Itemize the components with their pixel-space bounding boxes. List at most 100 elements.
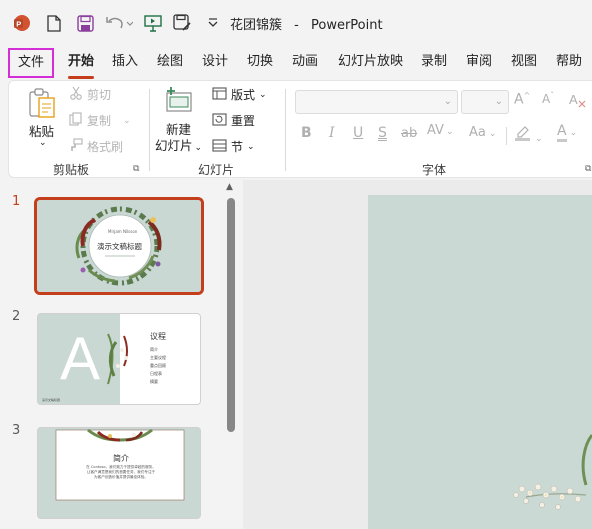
tab-animations[interactable]: 动画 [292,53,318,73]
cut-button[interactable]: 剪切 [69,86,111,103]
chevron-down-icon: ⌄ [488,129,497,139]
new-file-icon[interactable] [44,12,64,34]
character-spacing-label: AV [427,123,444,138]
font-color-label: A [557,123,567,142]
font-name-combo[interactable]: ⌄ [295,90,458,114]
slide-2-item: 简介 [150,347,158,352]
ribbon: 粘贴 ⌄ 剪切 复制 ⌄ 格式刷 剪贴板 ⧉ 新建 幻灯片 ⌄ 版式 ⌄ 重置 节… [8,80,592,178]
italic-button[interactable]: I [329,125,335,141]
layout-icon [212,86,227,103]
title-bar: P 花团锦簇 - PowerPoint [0,0,592,46]
change-case-label: Aa [469,125,486,140]
document-name: 花团锦簇 [230,18,283,33]
slide-number: 2 [12,309,21,324]
tab-view[interactable]: 视图 [511,53,537,73]
copy-label: 复制 [87,114,112,128]
highlighter-icon [514,126,532,145]
reset-label: 重置 [231,114,256,128]
scrollbar-thumb[interactable] [227,198,235,432]
slide-thumbnail-1[interactable]: Mirjam Nilsson 演示文稿标题 [34,197,204,295]
slide-thumbnail-pane: 1 Mirjam Nilsson 演示文稿标题 2 A 议程 简介 主要议程 重… [0,180,240,529]
current-slide-canvas[interactable] [368,195,592,529]
app-name: PowerPoint [311,18,383,33]
svg-text:A: A [569,92,578,107]
slide-2-item: 摘要 [150,379,158,384]
slide-thumbnail-3[interactable]: 简介 在 Contoso，我们致力于提供卓越的服务。让客户满意是我们的首要任务，… [37,427,201,519]
scroll-up-icon[interactable]: ▲ [226,182,233,192]
reset-icon [212,112,227,129]
title-separator: - [294,18,299,33]
slide-2-item: 主要议程 [150,355,166,360]
underline-button[interactable]: U [353,125,363,141]
font-group-label: 字体 [422,163,447,177]
shadow-button[interactable]: S [378,125,387,141]
powerpoint-logo-icon[interactable]: P [12,12,32,34]
slide-3-body: 在 Contoso，我们致力于提供卓越的服务。让客户满意是我们的首要任务，我们专… [86,465,156,480]
slide-2-footer: 演示文稿标题 [42,398,61,402]
chevron-down-icon: ⌄ [445,127,454,137]
tab-draw[interactable]: 绘图 [157,53,183,73]
scissors-icon [69,86,83,103]
slide-2-item: 重点回顾 [150,363,166,368]
decrease-font-size-icon[interactable]: Aˇ [542,91,554,106]
strikethrough-button[interactable]: ab [401,126,417,141]
font-size-combo[interactable]: ⌄ [461,90,509,114]
tab-design[interactable]: 设计 [202,53,228,73]
section-dropdown-icon: ⌄ [247,141,255,152]
slide-number: 3 [12,423,21,438]
save-as-icon[interactable] [172,12,192,34]
tab-home[interactable]: 开始 [68,53,95,79]
svg-text:P: P [16,19,21,28]
section-icon [212,138,227,155]
clipboard-launcher-icon[interactable]: ⧉ [133,164,139,174]
section-button[interactable]: 节 ⌄ [212,138,255,155]
font-color-button[interactable]: A ⌄ [557,123,577,142]
format-painter-icon [69,138,83,155]
clipboard-group-label: 剪贴板 [53,163,90,177]
undo-icon[interactable] [104,12,134,34]
tab-review[interactable]: 审阅 [466,53,492,73]
tab-file[interactable]: 文件 [8,48,54,78]
chevron-down-icon: ⌄ [494,96,503,107]
tab-insert[interactable]: 插入 [112,53,138,73]
slide-2-item: 日程表 [150,371,162,376]
reset-button[interactable]: 重置 [212,112,255,129]
copy-button[interactable]: 复制 ⌄ [69,112,131,129]
tab-transitions[interactable]: 切换 [247,53,273,73]
font-launcher-icon[interactable]: ⧉ [585,164,591,174]
clear-formatting-icon[interactable]: A [569,91,589,113]
ribbon-separator [506,127,507,145]
window-title: 花团锦簇 - PowerPoint [230,14,383,33]
highlight-button[interactable]: ⌄ [514,123,543,145]
slide-floral-decoration [368,195,592,529]
slide-2-title: 议程 [150,332,166,341]
bold-button[interactable]: B [301,125,312,141]
tab-help[interactable]: 帮助 [556,53,582,73]
slide-number: 1 [12,194,21,209]
customize-dropdown-icon[interactable] [203,12,223,34]
section-label: 节 [231,140,244,154]
tab-slideshow[interactable]: 幻灯片放映 [338,53,403,73]
slide-1-title: 演示文稿标题 [97,242,142,251]
new-slide-dropdown-icon: ⌄ [194,143,203,153]
new-slide-icon[interactable] [165,87,195,117]
thumbnail-scrollbar[interactable]: ▲ [224,182,238,529]
slide-1-subtitle: Mirjam Nilsson [108,229,138,234]
save-icon[interactable] [75,12,95,34]
present-from-start-icon[interactable] [143,12,163,34]
paste-dropdown-icon[interactable]: ⌄ [39,138,47,148]
increase-font-size-icon[interactable]: A^ [514,91,530,108]
paste-icon[interactable] [27,87,57,123]
slide-thumbnail-2[interactable]: A 议程 简介 主要议程 重点回顾 日程表 摘要 演示文稿标题 [37,313,201,405]
format-painter-button[interactable]: 格式刷 [69,138,123,155]
cut-label: 剪切 [87,88,112,102]
new-slide-label-2[interactable]: 幻灯片 ⌄ [155,135,202,154]
change-case-button[interactable]: Aa ⌄ [469,125,496,140]
ribbon-tabs: 文件 开始 插入 绘图 设计 切换 动画 幻灯片放映 录制 审阅 视图 帮助 [0,46,592,79]
copy-dropdown-icon: ⌄ [123,115,131,126]
layout-button[interactable]: 版式 ⌄ [212,86,267,103]
layout-label: 版式 [231,88,256,102]
character-spacing-button[interactable]: AV ⌄ [427,123,454,138]
chevron-down-icon: ⌄ [443,96,452,107]
tab-record[interactable]: 录制 [421,53,447,73]
